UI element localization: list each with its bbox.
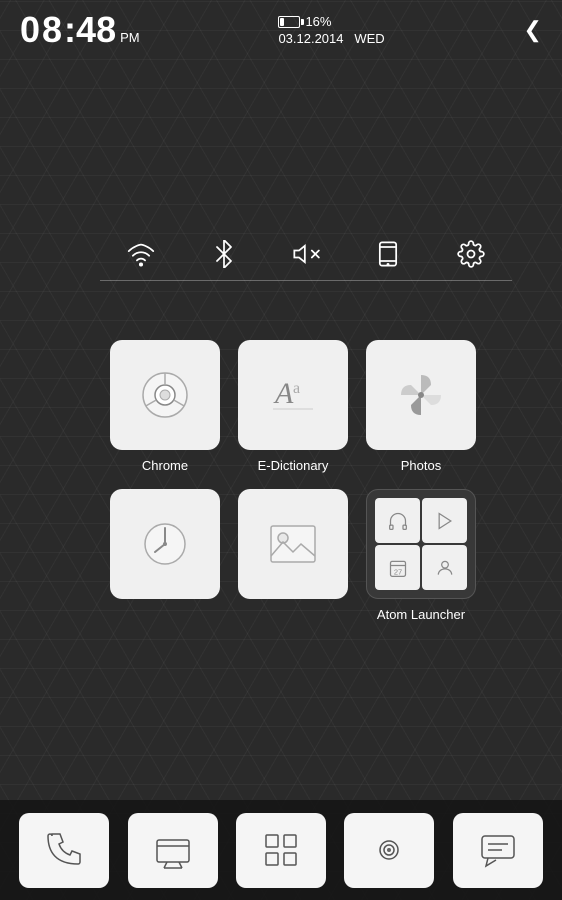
app-chrome[interactable]: Chrome xyxy=(110,340,220,473)
time-display: 08 : 48 PM xyxy=(20,9,140,51)
battery-percent: 16% xyxy=(305,14,331,29)
bluetooth-icon[interactable] xyxy=(210,240,238,268)
time-colon: : xyxy=(64,9,76,51)
status-bar: 08 : 48 PM 16% 03.12.2014 WED ❮ xyxy=(0,0,562,60)
edictionary-label: E-Dictionary xyxy=(258,458,329,473)
app-gallery[interactable] xyxy=(238,489,348,622)
dock-phone[interactable] xyxy=(19,813,109,888)
folder-mini-calendar: 27 xyxy=(375,545,420,590)
dock-tv[interactable] xyxy=(128,813,218,888)
wifi-icon[interactable] xyxy=(127,240,155,268)
status-info: 16% 03.12.2014 WED xyxy=(278,14,384,46)
bottom-dock xyxy=(0,800,562,900)
svg-text:a: a xyxy=(293,380,300,397)
app-row-2: 27 Atom Launcher xyxy=(110,489,512,622)
folder-mini-play xyxy=(422,498,467,543)
folder-icon-box: 27 xyxy=(366,489,476,599)
folder-mini-headphone xyxy=(375,498,420,543)
app-edictionary[interactable]: A a E-Dictionary xyxy=(238,340,348,473)
app-photos[interactable]: Photos xyxy=(366,340,476,473)
gallery-icon-box xyxy=(238,489,348,599)
chrome-label: Chrome xyxy=(142,458,188,473)
app-folder-atom[interactable]: 27 Atom Launcher xyxy=(366,489,476,622)
back-button[interactable]: ❮ xyxy=(524,17,542,43)
settings-icon[interactable] xyxy=(457,240,485,268)
svg-text:A: A xyxy=(273,377,294,410)
app-clock[interactable] xyxy=(110,489,220,622)
folder-label: Atom Launcher xyxy=(377,607,465,622)
folder-mini-person xyxy=(422,545,467,590)
photos-icon-box xyxy=(366,340,476,450)
edictionary-icon-box: A a xyxy=(238,340,348,450)
tablet-icon[interactable] xyxy=(374,240,402,268)
time-min: 48 xyxy=(76,9,116,51)
battery-fill xyxy=(280,18,283,26)
clock-icon-box xyxy=(110,489,220,599)
battery-icon xyxy=(278,16,300,28)
dock-chat[interactable] xyxy=(453,813,543,888)
time-ampm: PM xyxy=(120,30,140,45)
svg-text:27: 27 xyxy=(393,567,401,576)
dock-camera[interactable] xyxy=(344,813,434,888)
dock-apps[interactable] xyxy=(236,813,326,888)
battery-info: 16% xyxy=(278,14,331,29)
app-row-1: Chrome A a E-Dictionary xyxy=(110,340,512,473)
quick-settings xyxy=(100,240,512,281)
time-hour: 08 xyxy=(20,9,64,51)
photos-label: Photos xyxy=(401,458,441,473)
date-display: 03.12.2014 WED xyxy=(278,31,384,46)
mute-icon[interactable] xyxy=(292,240,320,268)
chrome-icon-box xyxy=(110,340,220,450)
app-grid: Chrome A a E-Dictionary xyxy=(110,340,512,638)
